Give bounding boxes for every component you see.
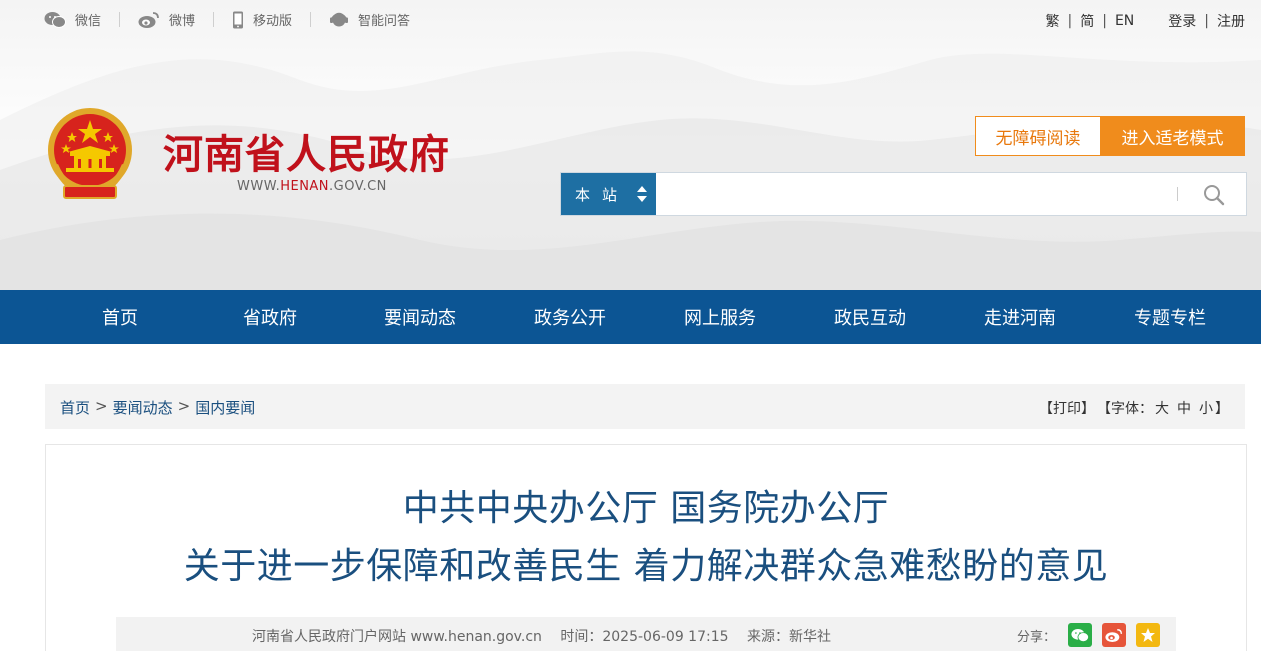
font-medium-button[interactable]: 中 — [1177, 398, 1191, 418]
font-small-button[interactable]: 小 — [1199, 398, 1213, 418]
sort-arrows-icon — [637, 186, 647, 202]
nav-news[interactable]: 要闻动态 — [345, 290, 495, 344]
article-meta-info: 河南省人民政府门户网站 www.henan.gov.cn 时间：2025-06-… — [252, 626, 845, 646]
lang-simplified[interactable]: 简 — [1080, 11, 1094, 31]
breadcrumb-separator: > — [177, 397, 191, 415]
page-tools: 【打印】 【字体： 大 中 小 】 — [1039, 398, 1229, 418]
login-link[interactable]: 登录 — [1168, 11, 1196, 31]
search-box: 本站 — [560, 172, 1247, 216]
share-label: 分享： — [1016, 629, 1056, 645]
lang-english[interactable]: EN — [1115, 13, 1134, 29]
mobile-link[interactable]: 移动版 — [232, 10, 292, 29]
star-icon — [1141, 628, 1155, 642]
article-title-line-2: 关于进一步保障和改善民生 着力解决群众急难愁盼的意见 — [183, 546, 1109, 587]
mobile-icon — [232, 11, 244, 29]
assistant-link[interactable]: 智能问答 — [329, 10, 410, 29]
wechat-label: 微信 — [75, 14, 102, 29]
accessibility-button[interactable]: 无障碍阅读 — [975, 116, 1101, 156]
nav-interaction[interactable]: 政民互动 — [795, 290, 945, 344]
url-prefix: WWW. — [237, 179, 281, 194]
search-input[interactable] — [657, 173, 1175, 215]
font-large-button[interactable]: 大 — [1155, 398, 1169, 418]
nav-online-services[interactable]: 网上服务 — [645, 290, 795, 344]
weibo-icon — [1105, 628, 1123, 642]
font-size-prefix: 【字体： — [1097, 401, 1153, 417]
article-time: 时间：2025-06-09 17:15 — [560, 629, 729, 645]
mobile-label: 移动版 — [253, 14, 293, 29]
breadcrumb-home[interactable]: 首页 — [60, 397, 90, 418]
weibo-link[interactable]: 微博 — [138, 10, 195, 29]
top-bar: 微信 微博 移动版 智能问答 繁 | 简 | EN 登录 | 注册 — [0, 0, 1261, 42]
nav-about-henan[interactable]: 走进河南 — [945, 290, 1095, 344]
breadcrumb-bar: 首页 > 要闻动态 > 国内要闻 【打印】 【字体： 大 中 小 】 — [45, 384, 1245, 429]
breadcrumb: 首页 > 要闻动态 > 国内要闻 — [60, 397, 255, 418]
site-url: WWW.HENAN.GOV.CN — [237, 179, 387, 194]
divider — [213, 12, 215, 27]
site-title[interactable]: 河南省人民政府 — [163, 122, 450, 180]
breadcrumb-news[interactable]: 要闻动态 — [113, 397, 173, 418]
nav-provincial-government[interactable]: 省政府 — [195, 290, 345, 344]
separator: | — [1102, 13, 1107, 29]
national-emblem[interactable] — [44, 106, 136, 204]
share-bar: 分享： — [1017, 623, 1160, 647]
nav-government-affairs[interactable]: 政务公开 — [495, 290, 645, 344]
divider — [310, 12, 312, 27]
quick-links: 微信 微博 移动版 智能问答 — [44, 10, 410, 29]
emblem-icon — [48, 108, 132, 199]
breadcrumb-domestic-news[interactable]: 国内要闻 — [195, 397, 255, 418]
weibo-label: 微博 — [169, 14, 196, 29]
article-title-line-1: 中共中央办公厅 国务院办公厅 — [402, 488, 890, 529]
search-scope-label: 本站 — [575, 185, 630, 204]
elder-mode-button[interactable]: 进入适老模式 — [1100, 116, 1245, 156]
article-source: 来源：新华社 — [746, 629, 831, 645]
search-icon — [1204, 185, 1225, 206]
divider — [1177, 187, 1178, 201]
share-favorite-button[interactable] — [1136, 623, 1160, 647]
top-right-links: 繁 | 简 | EN 登录 | 注册 — [1046, 11, 1245, 31]
wechat-link[interactable]: 微信 — [44, 10, 101, 29]
main-nav: 首页 省政府 要闻动态 政务公开 网上服务 政民互动 走进河南 专题专栏 — [0, 290, 1261, 344]
search-button[interactable] — [1201, 182, 1227, 208]
assistant-icon — [329, 11, 349, 29]
weibo-icon — [138, 11, 160, 29]
lang-traditional[interactable]: 繁 — [1046, 11, 1060, 31]
url-suffix: .GOV.CN — [329, 179, 387, 194]
nav-home[interactable]: 首页 — [45, 290, 195, 344]
url-highlight: HENAN — [280, 179, 330, 194]
article-source-site: 河南省人民政府门户网站 www.henan.gov.cn — [252, 629, 542, 645]
register-link[interactable]: 注册 — [1217, 11, 1245, 31]
article-meta: 河南省人民政府门户网站 www.henan.gov.cn 时间：2025-06-… — [116, 617, 1176, 651]
share-weibo-button[interactable] — [1102, 623, 1126, 647]
separator: | — [1067, 13, 1073, 29]
divider — [119, 12, 121, 27]
font-size-suffix: 】 — [1215, 401, 1229, 417]
article: 中共中央办公厅 国务院办公厅 关于进一步保障和改善民生 着力解决群众急难愁盼的意… — [45, 444, 1247, 651]
wechat-icon — [44, 11, 66, 29]
assistant-label: 智能问答 — [358, 14, 411, 29]
nav-special-topics[interactable]: 专题专栏 — [1095, 290, 1245, 344]
separator: | — [1204, 13, 1209, 29]
print-button[interactable]: 【打印】 — [1039, 398, 1095, 418]
share-wechat-button[interactable] — [1068, 623, 1092, 647]
search-scope-select[interactable]: 本站 — [561, 173, 656, 215]
breadcrumb-separator: > — [95, 397, 108, 415]
wechat-icon — [1071, 628, 1089, 642]
